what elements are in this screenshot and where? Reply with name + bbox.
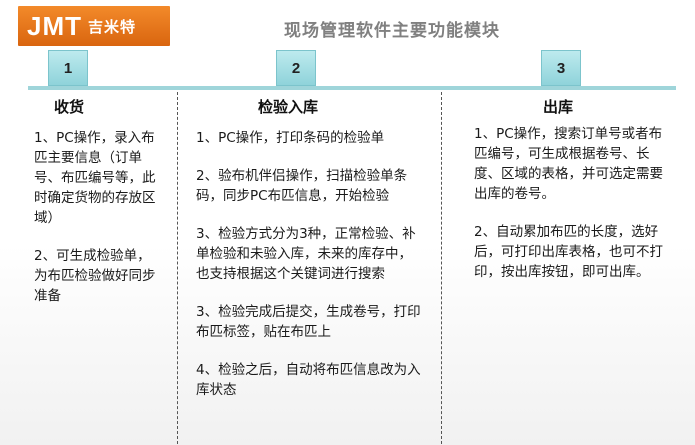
- column-3-body: 1、PC操作，搜索订单号或者布匹编号，可生成根据卷号、长度、区域的表格，并可选定…: [474, 124, 674, 300]
- column-3-paragraph: 2、自动累加布匹的长度，选好后，可打印出库表格，也可不打印，按出库按钮，即可出库…: [474, 224, 663, 280]
- logo-text-cn: 吉米特: [88, 17, 137, 36]
- column-1-title: 收货: [54, 98, 85, 116]
- column-2-number-tab: 2: [276, 50, 316, 86]
- column-divider-1: [177, 92, 178, 444]
- column-2-paragraph: 1、PC操作，打印条码的检验单: [196, 130, 385, 146]
- column-2-body: 1、PC操作，打印条码的检验单 2、验布机伴侣操作，扫描检验单条码，同步PC布匹…: [196, 128, 424, 418]
- column-1-paragraph: 2、可生成检验单，为布匹检验做好同步准备: [34, 248, 156, 304]
- column-2-paragraph: 3、检验方式分为3种，正常检验、补单检验和未验入库，未来的库存中，也支持根据这个…: [196, 226, 416, 282]
- page-title: 现场管理软件主要功能模块: [284, 21, 500, 41]
- column-2-paragraph: 2、验布机伴侣操作，扫描检验单条码，同步PC布匹信息，开始检验: [196, 168, 408, 204]
- column-2-paragraph: 3、检验完成后提交，生成卷号，打印布匹标签，贴在布匹上: [196, 304, 421, 340]
- column-3-title: 出库: [543, 98, 574, 116]
- logo-text-en: JMT: [27, 10, 82, 41]
- column-2-title: 检验入库: [258, 98, 319, 116]
- column-2-paragraph: 4、检验之后，自动将布匹信息改为入库状态: [196, 362, 421, 398]
- column-3-number-tab: 3: [541, 50, 581, 86]
- header-rule: [28, 86, 676, 90]
- column-1-paragraph: 1、PC操作，录入布匹主要信息（订单号、布匹编号等，此时确定货物的存放区域）: [34, 130, 156, 226]
- column-3-paragraph: 1、PC操作，搜索订单号或者布匹编号，可生成根据卷号、长度、区域的表格，并可选定…: [474, 126, 663, 202]
- column-1-number-tab: 1: [48, 50, 88, 86]
- jmt-logo: JMT 吉米特: [18, 6, 170, 46]
- column-1-body: 1、PC操作，录入布匹主要信息（订单号、布匹编号等，此时确定货物的存放区域） 2…: [34, 128, 160, 324]
- column-divider-2: [441, 92, 442, 444]
